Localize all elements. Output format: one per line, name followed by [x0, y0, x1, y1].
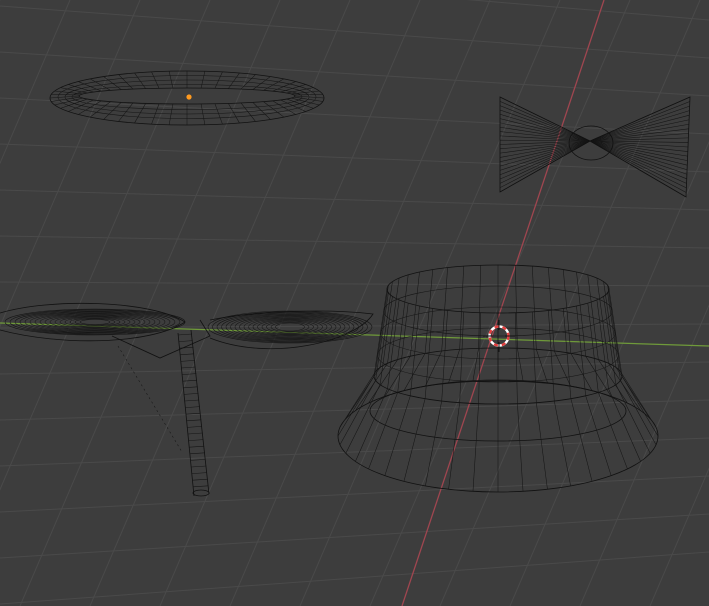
stem-wire — [184, 393, 199, 395]
stem-wire — [184, 399, 200, 402]
bowtie-wire — [499, 105, 591, 142]
leaf-wire — [261, 320, 319, 334]
grid-line — [159, 0, 421, 606]
hat-crown-wire — [607, 292, 621, 381]
hat-brim-wire — [620, 371, 657, 428]
torus-ring-object[interactable] — [49, 70, 325, 126]
grid-line — [0, 281, 709, 287]
bowtie-wire — [589, 140, 687, 193]
leaf-wire — [4, 308, 186, 336]
stem-wire — [192, 478, 208, 481]
bow-tie-object[interactable] — [499, 96, 691, 198]
torus-wire — [200, 103, 206, 125]
stem-wire — [183, 386, 198, 389]
stem-wire — [182, 379, 197, 382]
stem-wire — [188, 432, 203, 435]
stem-wire — [187, 426, 202, 428]
grid-line — [649, 467, 709, 606]
bowtie-wire — [499, 101, 591, 142]
torus-wire — [168, 71, 174, 89]
stem-wire — [185, 406, 200, 408]
hat-brim-wire — [403, 353, 426, 391]
grid-line — [19, 0, 281, 606]
grid-line — [0, 189, 709, 211]
hat-crown-wire — [532, 266, 537, 350]
hat-brim-wire — [570, 353, 593, 391]
grid-line — [0, 399, 709, 421]
torus-wire — [263, 101, 285, 118]
grid-line — [0, 437, 709, 467]
hat-brim-wire — [339, 371, 376, 428]
hat-brim-wire — [585, 395, 612, 476]
bowtie-wire — [499, 140, 591, 180]
stem-wire — [177, 333, 193, 336]
stem-wire — [192, 472, 207, 474]
hat-brim-wire — [368, 359, 398, 404]
stem-wire — [188, 439, 204, 441]
stem-wire — [179, 353, 195, 356]
torus-wire — [214, 71, 223, 89]
stem-wire — [179, 346, 194, 349]
hat-crown-wire — [387, 299, 400, 389]
hat-brim-wire — [448, 402, 460, 490]
grid-line — [0, 551, 709, 605]
hat-crown-wire — [441, 310, 448, 401]
grid-line — [0, 475, 709, 513]
hat-brim-wire — [608, 388, 641, 462]
torus-wire — [200, 71, 206, 89]
stem-wire — [193, 485, 209, 488]
bowtie-wire — [499, 140, 591, 175]
hat-brim-wire — [615, 367, 651, 419]
stem-wire — [190, 459, 206, 461]
leaf-wire — [270, 321, 310, 333]
grid-line — [0, 5, 709, 59]
object-origin-point — [186, 94, 192, 100]
grid-line — [0, 0, 141, 328]
viewport-canvas[interactable] — [0, 0, 709, 606]
stem-wire — [189, 445, 205, 448]
bucket-hat-object[interactable] — [337, 264, 659, 493]
stem-wire — [191, 465, 207, 468]
torus-wire — [151, 71, 160, 89]
hat-brim-wire — [384, 395, 411, 476]
grid-line — [439, 0, 701, 606]
stem-wire — [181, 366, 196, 369]
hat-crown-wire — [548, 310, 555, 401]
leaf-sprout-object[interactable] — [0, 302, 374, 497]
bowtie-wire — [589, 110, 690, 142]
hat-brim-wire — [517, 348, 524, 381]
hat-brim-wire — [345, 367, 381, 419]
bowtie-wire — [589, 105, 690, 142]
stem-wire — [186, 419, 202, 422]
bowtie-wire — [589, 140, 688, 166]
hat-crown-wire — [459, 266, 464, 350]
bowtie-wire — [499, 140, 591, 158]
grid-line — [0, 361, 709, 375]
bowtie-wire — [589, 140, 688, 170]
hat-brim-wire — [403, 398, 426, 482]
grid-line — [509, 140, 709, 606]
bowtie-wire — [589, 140, 687, 184]
stem-wire — [180, 360, 195, 362]
x-axis-line — [401, 0, 605, 606]
3d-viewport[interactable] — [0, 0, 709, 606]
hat-brim-wire — [536, 402, 548, 490]
bowtie-wire — [589, 140, 687, 189]
hat-brim-wire — [570, 398, 593, 482]
grid-line — [299, 0, 561, 606]
hat-brim-wire — [517, 403, 524, 492]
stem-wire — [178, 340, 193, 342]
leaf-wire — [79, 319, 111, 325]
hat-crown-wire — [596, 299, 609, 389]
grid-line — [0, 51, 709, 97]
torus-wire — [214, 103, 223, 125]
stem-wire — [190, 452, 205, 455]
grid-line — [0, 513, 709, 559]
bowtie-wire — [589, 140, 687, 180]
